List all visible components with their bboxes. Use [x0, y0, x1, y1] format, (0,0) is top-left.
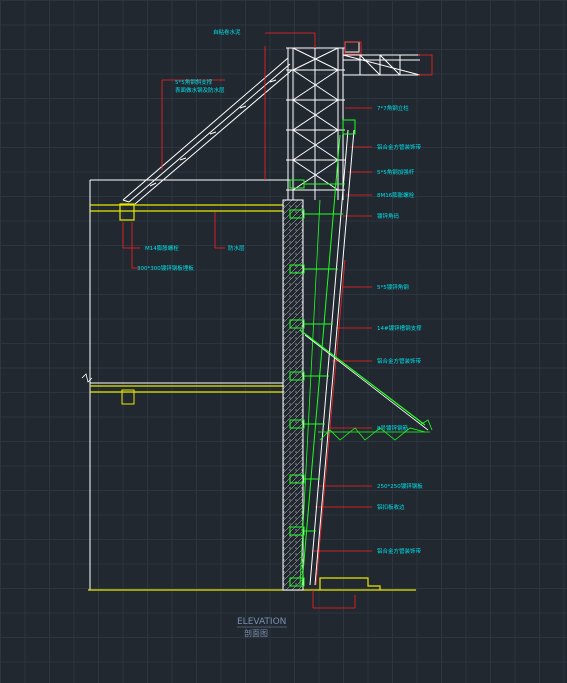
- label-galv-support: 14#镀锌槽钢支撑: [377, 324, 422, 332]
- label-aluminum-panel-1: 铝合金方管装饰带: [377, 143, 422, 151]
- drawing-title: ELEVATION: [237, 617, 286, 627]
- label-steel-angle-b: 表面做水钢及防水层: [175, 86, 225, 94]
- label-galv-angle: 5*5镀锌角钢: [377, 283, 409, 291]
- drawing-subtitle: 剖面图: [244, 628, 268, 638]
- label-galv-steel-8: 8号镀锌钢筋: [377, 424, 408, 432]
- label-top-water: 自粘卷水泥: [213, 28, 241, 36]
- building-outline: [89, 179, 290, 590]
- cantilever-arm: [342, 41, 421, 76]
- label-aluminum-panel-3: 铝合金方管装饰带: [377, 547, 422, 555]
- annotation-labels: 自粘卷水泥 5*5角钢斜支撑 表面做水钢及防水层 7*7角钢立柱 铝合金方管装饰…: [137, 28, 423, 555]
- label-rain-gutter: 铝扣板收边: [377, 503, 405, 511]
- cad-canvas: 自粘卷水泥 5*5角钢斜支撑 表面做水钢及防水层 7*7角钢立柱 铝合金方管装饰…: [0, 0, 567, 683]
- label-bolt-m14: M14膨胀螺栓: [145, 244, 179, 252]
- elevation-drawing: 自粘卷水泥 5*5角钢斜支撑 表面做水钢及防水层 7*7角钢立柱 铝合金方管装饰…: [81, 28, 433, 638]
- label-bolt: 8M16膨胀螺栓: [377, 191, 415, 199]
- label-aluminum-panel-2: 铝合金方管装饰带: [377, 357, 422, 365]
- concrete-wall-hatch: [282, 199, 304, 591]
- label-membrane: 防水层: [228, 244, 245, 252]
- label-steel-77: 7*7角钢立柱: [377, 104, 409, 112]
- label-embed-plate: 300*300镀锌钢板埋板: [137, 264, 194, 272]
- label-steel-55: 5*5角钢加强杆: [377, 168, 415, 176]
- label-galv-plate-250: 250*250镀锌钢板: [377, 482, 423, 490]
- label-connect-angle: 镀锌角码: [377, 212, 400, 220]
- floor-slabs: [88, 203, 416, 591]
- leader-lines: [122, 32, 372, 609]
- label-steel-angle-a: 5*5角钢斜支撑: [175, 78, 213, 86]
